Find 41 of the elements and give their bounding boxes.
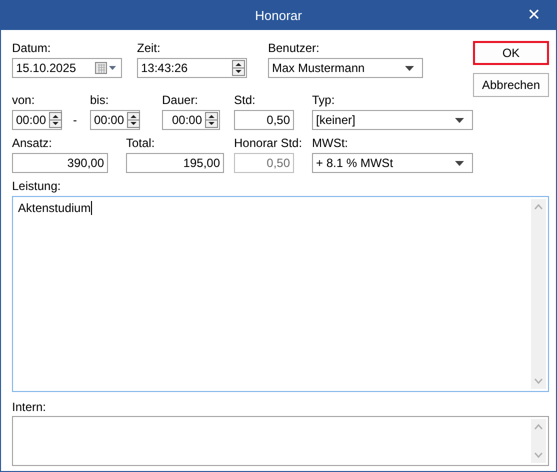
field-label: Std: — [234, 93, 256, 107]
field-label: Intern: — [12, 400, 46, 414]
input-field[interactable]: 195,00 — [126, 153, 224, 173]
caret-icon[interactable] — [455, 160, 464, 166]
close-button[interactable]: ✕ — [524, 5, 544, 25]
field-label: Leistung: — [12, 179, 61, 193]
field-label: MWSt: — [312, 136, 348, 150]
spinner-icon[interactable] — [127, 112, 140, 128]
window-title: Honorar — [255, 8, 302, 22]
input-field[interactable]: 0,50 — [234, 110, 294, 130]
field-label: Honorar Std: — [234, 136, 302, 150]
dropdown-field[interactable]: Max Mustermann — [268, 58, 423, 78]
spinner-icon[interactable] — [232, 60, 245, 76]
input-field[interactable]: 00:00 — [90, 110, 140, 130]
dropdown-field[interactable]: + 8.1 % MWSt — [312, 153, 473, 173]
input-field[interactable]: 15.10.2025 — [12, 58, 122, 78]
input-field[interactable]: 00:00 — [12, 110, 62, 130]
field-label: Total: — [126, 136, 155, 150]
field-label: Benutzer: — [268, 41, 320, 55]
field-label: Datum: — [12, 41, 51, 55]
dash-separator: - — [73, 112, 78, 129]
text-area[interactable] — [12, 416, 549, 466]
cancel-button[interactable]: Abbrechen — [473, 73, 549, 97]
field-label: von: — [12, 93, 35, 107]
ok-button[interactable]: OK — [473, 41, 549, 65]
field-label: Zeit: — [137, 41, 160, 55]
spinner-icon[interactable] — [49, 112, 62, 128]
input-field[interactable]: 13:43:26 — [137, 58, 247, 78]
spinner-icon[interactable] — [205, 112, 218, 128]
input-field[interactable]: 00:00 — [162, 110, 220, 130]
field-label: bis: — [90, 93, 109, 107]
input-field[interactable]: 390,00 — [12, 153, 108, 173]
text-cursor — [90, 201, 92, 215]
field-label: Typ: — [312, 93, 335, 107]
calendar-icon[interactable] — [95, 62, 117, 74]
dropdown-field[interactable]: [keiner] — [312, 110, 473, 130]
field-label: Dauer: — [162, 93, 198, 107]
field-label: Ansatz: — [12, 136, 52, 150]
caret-icon[interactable] — [405, 66, 414, 70]
text-area[interactable]: Aktenstudium — [12, 196, 549, 392]
caret-icon[interactable] — [455, 118, 464, 122]
